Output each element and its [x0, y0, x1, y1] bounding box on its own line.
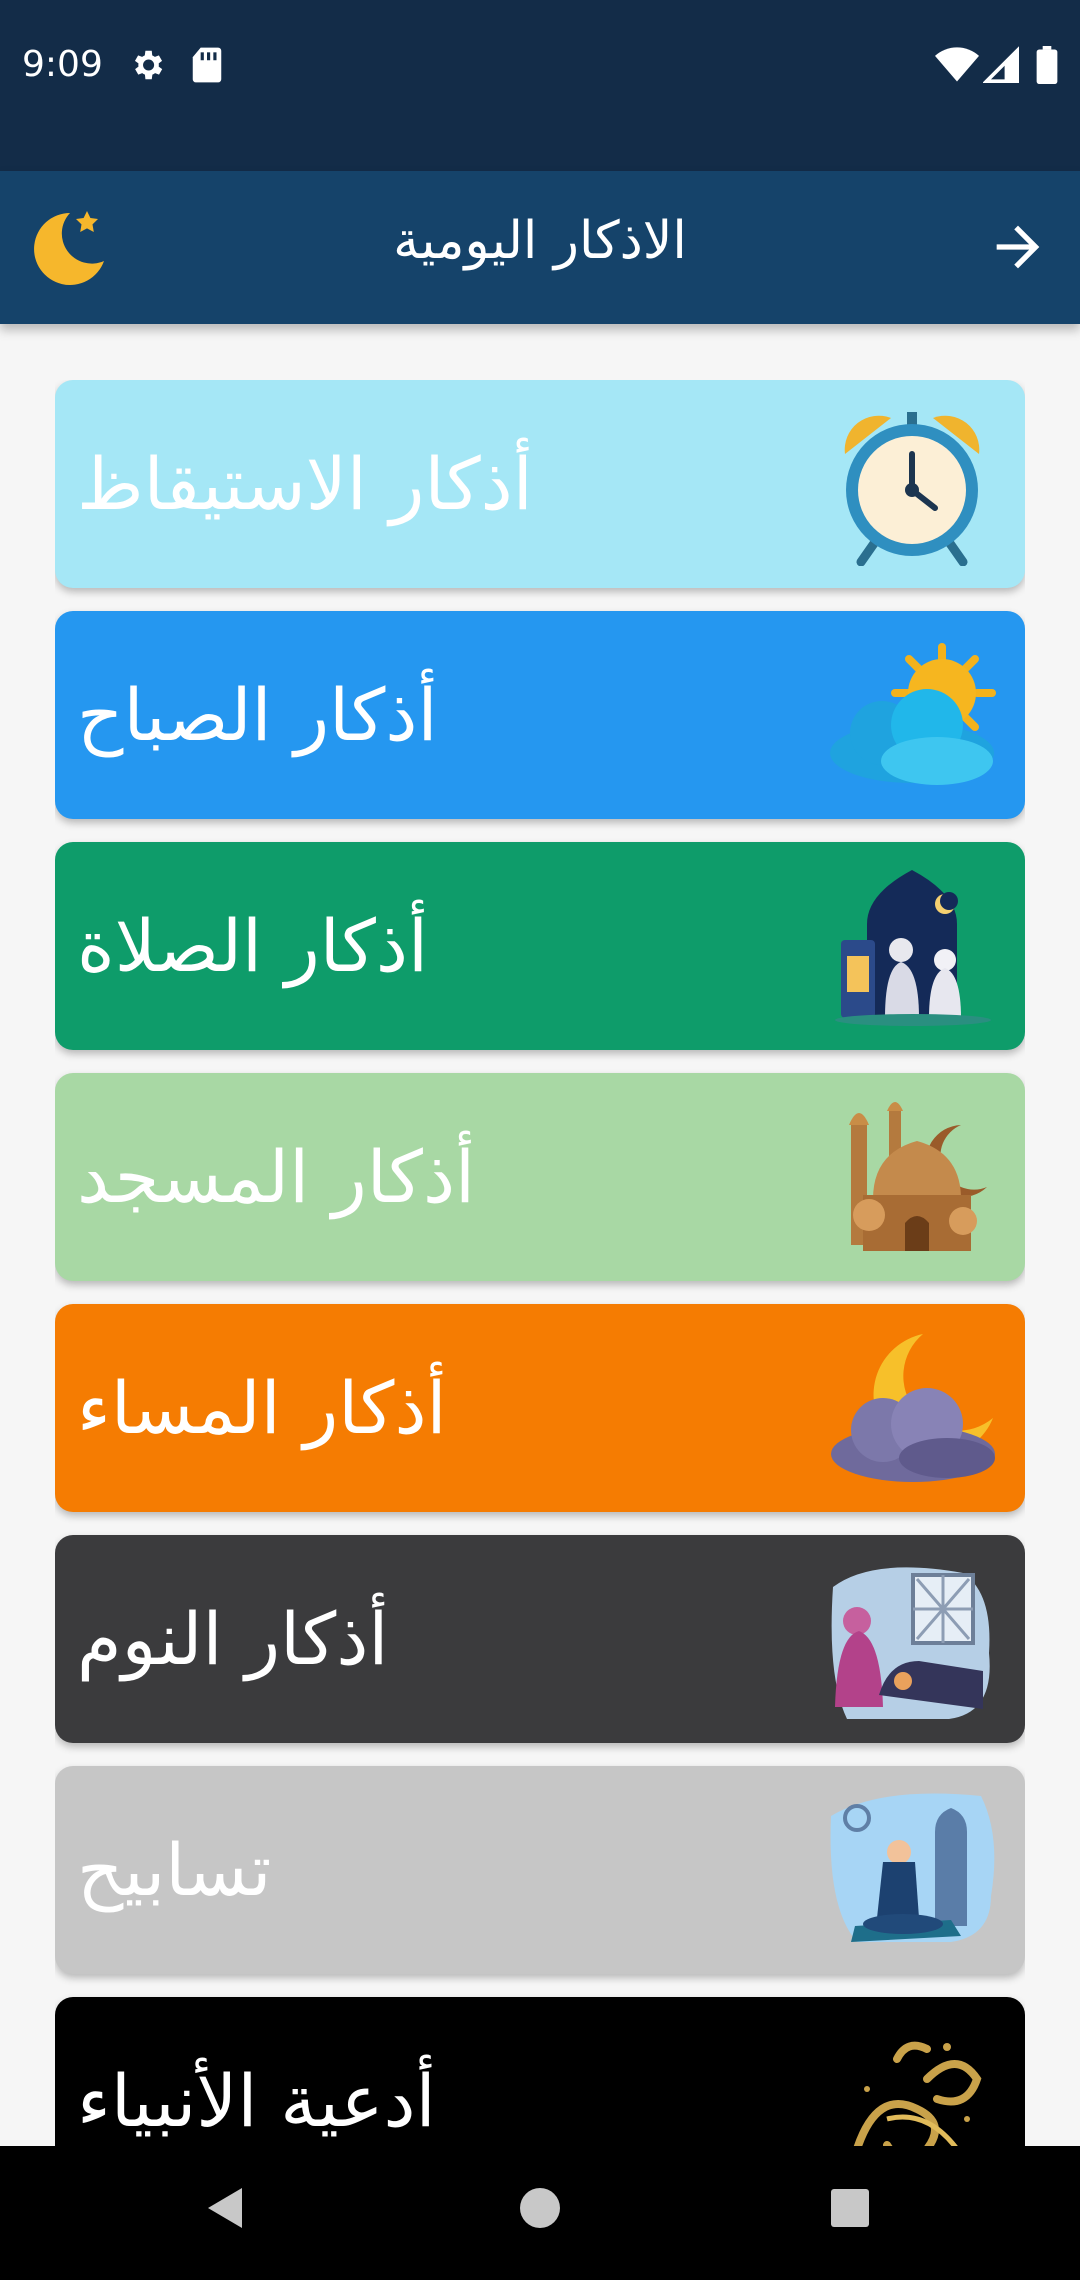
- category-card-mosque[interactable]: أذكار المسجد: [55, 1073, 1025, 1281]
- cellular-signal-icon: [983, 46, 1019, 83]
- category-label: أذكار النوم: [77, 1597, 389, 1681]
- category-card-prophets-duas[interactable]: أدعية الأنبياء: [55, 1997, 1025, 2146]
- home-circle-icon[interactable]: [518, 2184, 562, 2232]
- sun-cloud-icon: [830, 643, 996, 785]
- battery-icon: [1036, 46, 1058, 84]
- category-label: تسابيح: [77, 1828, 272, 1912]
- arrow-right-icon[interactable]: [986, 215, 1050, 279]
- category-card-sleep[interactable]: أذكار النوم: [55, 1535, 1025, 1743]
- app-bar: الاذكار اليومية: [0, 171, 1080, 324]
- category-label: أذكار المساء: [77, 1366, 447, 1450]
- moon-cloud-icon: [831, 1334, 995, 1482]
- wifi-icon: [935, 47, 979, 82]
- category-card-wakeup[interactable]: أذكار الاستيقاظ: [55, 380, 1025, 588]
- category-label: أذكار الصلاة: [77, 904, 428, 988]
- gear-icon: [134, 50, 163, 80]
- category-card-morning[interactable]: أذكار الصباح: [55, 611, 1025, 819]
- category-list: أذكار الاستيقاظ أذكار الصباح أذكار الصلا…: [55, 380, 1025, 2146]
- system-navigation-bar: [0, 2146, 1080, 2280]
- mosque-icon: [849, 1102, 987, 1251]
- calligraphy-icon: [853, 2041, 982, 2146]
- bedtime-icon: [831, 1567, 990, 1719]
- category-card-prayer[interactable]: أذكار الصلاة: [55, 842, 1025, 1050]
- back-triangle-icon[interactable]: [204, 2184, 246, 2232]
- category-label: أذكار الاستيقاظ: [77, 442, 533, 526]
- man-praying-icon: [830, 1793, 995, 1942]
- praying-people-icon: [835, 870, 991, 1026]
- alarm-clock-icon: [844, 412, 980, 566]
- recents-square-icon[interactable]: [828, 2184, 872, 2232]
- status-time: 9:09: [22, 44, 103, 85]
- app-title: الاذكار اليومية: [393, 211, 687, 271]
- category-label: أذكار الصباح: [77, 673, 438, 757]
- status-bar: 9:09: [0, 0, 1080, 171]
- category-label: أذكار المسجد: [77, 1135, 476, 1219]
- category-card-evening[interactable]: أذكار المساء: [55, 1304, 1025, 1512]
- sd-card-icon: [192, 47, 222, 83]
- category-label: أدعية الأنبياء: [77, 2059, 436, 2143]
- category-card-tasbeeh[interactable]: تسابيح: [55, 1766, 1025, 1974]
